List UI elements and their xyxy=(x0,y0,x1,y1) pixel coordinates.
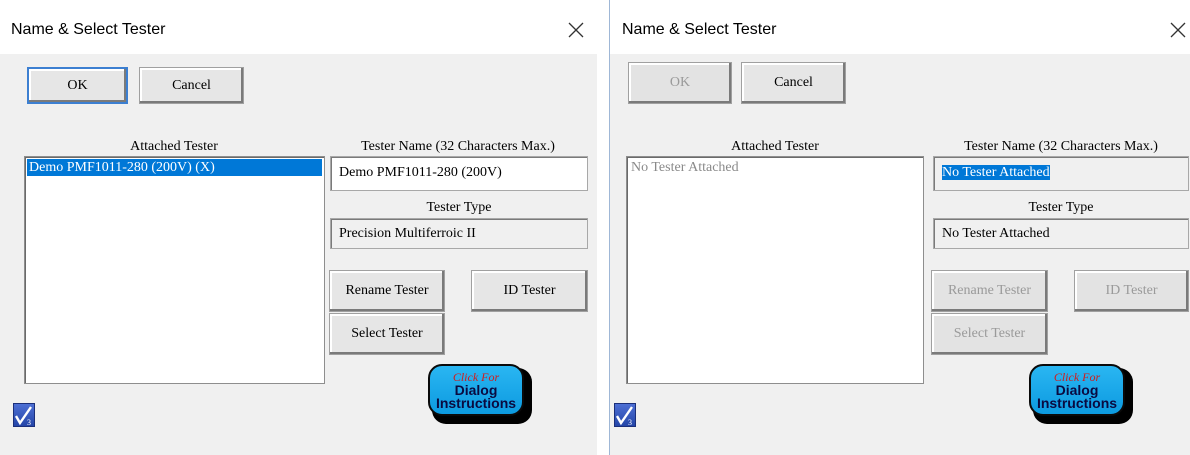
tester-type-heading: Tester Type xyxy=(1028,200,1094,215)
tester-name-value: No Tester Attached xyxy=(942,165,1050,180)
attached-tester-list[interactable]: No Tester Attached xyxy=(626,156,924,384)
help-button-face: Click For Dialog Instructions xyxy=(428,364,524,416)
svg-text:3: 3 xyxy=(27,418,31,427)
close-icon[interactable] xyxy=(567,21,585,39)
cancel-button[interactable]: Cancel xyxy=(139,67,244,104)
select-tester-button[interactable]: Select Tester xyxy=(329,313,445,355)
tester-name-heading: Tester Name (32 Characters Max.) xyxy=(361,139,555,154)
dialog-instructions-button[interactable]: Click For Dialog Instructions xyxy=(428,364,532,424)
window-title: Name & Select Tester xyxy=(622,21,777,38)
attached-tester-list[interactable]: Demo PMF1011-280 (200V) (X) xyxy=(24,156,325,384)
ok-button[interactable]: OK xyxy=(628,62,732,104)
dialog-right: Name & Select Tester OK Cancel Attached … xyxy=(609,0,1190,455)
tester-type-value: Precision Multiferroic II xyxy=(339,226,476,241)
tester-name-input[interactable]: Demo PMF1011-280 (200V) xyxy=(330,156,588,191)
app-checkmark-icon: 3 xyxy=(614,403,636,427)
list-item[interactable]: Demo PMF1011-280 (200V) (X) xyxy=(27,159,322,176)
help-line-3: Instructions xyxy=(435,395,517,411)
rename-tester-button[interactable]: Rename Tester xyxy=(329,270,445,312)
dialog-instructions-button[interactable]: Click For Dialog Instructions xyxy=(1029,364,1133,424)
attached-tester-heading: Attached Tester xyxy=(731,139,819,154)
app-checkmark-icon: 3 xyxy=(13,403,35,427)
attached-tester-heading: Attached Tester xyxy=(130,139,218,154)
cancel-button[interactable]: Cancel xyxy=(741,62,846,104)
rename-tester-button[interactable]: Rename Tester xyxy=(931,270,1048,312)
dialog-left: Name & Select Tester OK Cancel Attached … xyxy=(0,0,597,455)
list-item[interactable]: No Tester Attached xyxy=(629,159,921,176)
tester-type-value: No Tester Attached xyxy=(942,226,1050,241)
tester-name-value: Demo PMF1011-280 (200V) xyxy=(339,165,502,180)
tester-name-heading: Tester Name (32 Characters Max.) xyxy=(964,139,1158,154)
title-bar: Name & Select Tester xyxy=(610,0,1190,54)
tester-type-field: Precision Multiferroic II xyxy=(330,218,588,249)
tester-name-input[interactable]: No Tester Attached xyxy=(933,156,1189,191)
select-tester-button[interactable]: Select Tester xyxy=(931,313,1048,355)
id-tester-button[interactable]: ID Tester xyxy=(471,270,588,312)
tester-type-heading: Tester Type xyxy=(426,200,492,215)
tester-type-field: No Tester Attached xyxy=(933,218,1189,249)
id-tester-button[interactable]: ID Tester xyxy=(1074,270,1189,312)
close-icon[interactable] xyxy=(1169,21,1187,39)
title-bar: Name & Select Tester xyxy=(0,0,597,54)
ok-button[interactable]: OK xyxy=(27,67,128,104)
help-button-face: Click For Dialog Instructions xyxy=(1029,364,1125,416)
svg-text:3: 3 xyxy=(628,418,632,427)
window-title: Name & Select Tester xyxy=(11,21,166,38)
help-line-3: Instructions xyxy=(1036,395,1118,411)
